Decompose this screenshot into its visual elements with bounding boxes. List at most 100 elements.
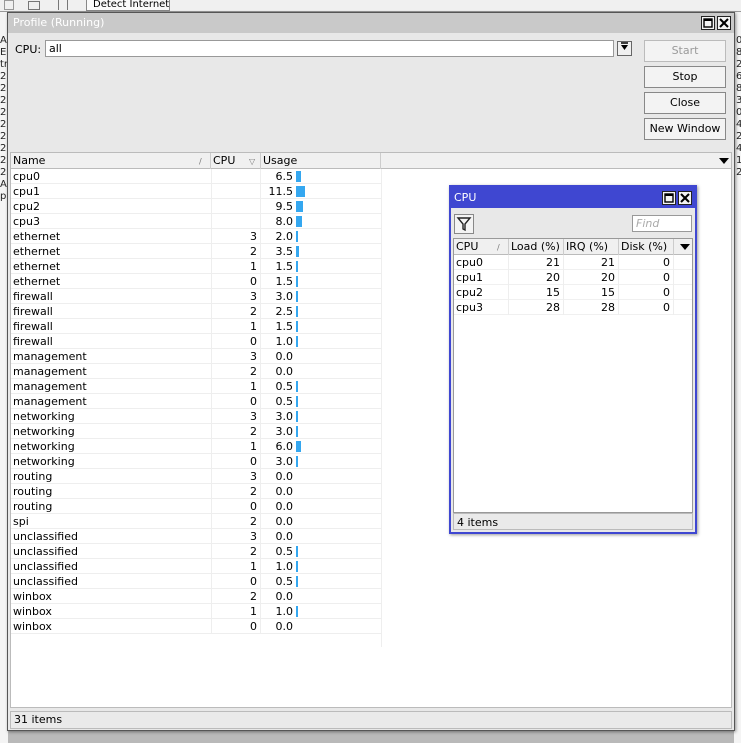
cpu-window-title[interactable]: CPU <box>451 187 695 208</box>
table-row[interactable]: winbox 2 0.0 <box>11 589 381 604</box>
row-usage: 0.5 <box>275 575 294 588</box>
background-tab[interactable]: Detect Internet <box>86 0 170 11</box>
table-row[interactable]: unclassified 2 0.5 <box>11 544 381 559</box>
column-header-cpu[interactable]: CPU / <box>454 239 509 255</box>
table-row[interactable]: firewall 1 1.5 <box>11 319 381 334</box>
column-menu-icon[interactable] <box>719 156 729 166</box>
row-cpu <box>211 199 261 214</box>
table-row[interactable]: routing 0 0.0 <box>11 499 381 514</box>
usage-bar <box>296 291 298 302</box>
filter-icon <box>58 0 68 10</box>
table-row[interactable]: routing 2 0.0 <box>11 484 381 499</box>
row-usage: 3.0 <box>275 455 294 468</box>
row-cpu: 0 <box>211 454 261 469</box>
table-row[interactable]: winbox 1 1.0 <box>11 604 381 619</box>
row-usage: 3.5 <box>275 245 294 258</box>
table-row[interactable]: spi 2 0.0 <box>11 514 381 529</box>
usage-bar <box>296 186 305 197</box>
column-header-cpu[interactable]: CPU ▽ <box>211 153 261 169</box>
row-usage: 0.0 <box>275 470 294 483</box>
table-row[interactable]: firewall 3 3.0 <box>11 289 381 304</box>
restore-icon[interactable] <box>701 16 715 30</box>
table-row[interactable]: cpu0 21 21 0 <box>454 255 692 270</box>
row-name: ethernet <box>13 260 61 273</box>
row-cpu: 1 <box>211 259 261 274</box>
row-name: cpu1 <box>13 185 41 198</box>
background-text: 4 <box>736 119 741 130</box>
background-text: 2 <box>0 71 7 82</box>
row-name: routing <box>13 485 53 498</box>
row-name: ethernet <box>13 230 61 243</box>
column-header-disk[interactable]: Disk (%) <box>619 239 674 255</box>
start-button[interactable]: Start <box>644 40 726 62</box>
column-header-usage-label: Usage <box>263 154 298 167</box>
table-row[interactable]: cpu3 28 28 0 <box>454 300 692 315</box>
table-row[interactable]: firewall 2 2.5 <box>11 304 381 319</box>
table-row[interactable]: cpu0 6.5 <box>11 169 381 184</box>
table-row[interactable]: unclassified 1 1.0 <box>11 559 381 574</box>
restore-icon[interactable] <box>662 191 676 205</box>
cell-irq: 28 <box>564 300 619 315</box>
table-row[interactable]: cpu1 20 20 0 <box>454 270 692 285</box>
table-row[interactable]: cpu3 8.0 <box>11 214 381 229</box>
stop-button[interactable]: Stop <box>644 66 726 88</box>
usage-bar <box>296 321 298 332</box>
table-row[interactable]: management 2 0.0 <box>11 364 381 379</box>
table-row[interactable]: ethernet 2 3.5 <box>11 244 381 259</box>
find-input[interactable]: Find <box>632 215 692 232</box>
row-name: routing <box>13 500 53 513</box>
table-row[interactable]: ethernet 3 2.0 <box>11 229 381 244</box>
row-usage: 9.5 <box>275 200 294 213</box>
table-row[interactable]: firewall 0 1.0 <box>11 334 381 349</box>
column-header-name[interactable]: Name / <box>11 153 211 169</box>
table-row[interactable]: winbox 0 0.0 <box>11 619 381 634</box>
filter-button[interactable] <box>454 214 474 234</box>
dropdown-arrow-icon[interactable] <box>617 41 632 56</box>
table-row[interactable]: management 1 0.5 <box>11 379 381 394</box>
table-row[interactable]: ethernet 1 1.5 <box>11 259 381 274</box>
new-window-button[interactable]: New Window <box>644 118 726 140</box>
cell-disk: 0 <box>619 300 674 315</box>
table-row[interactable]: networking 0 3.0 <box>11 454 381 469</box>
row-name: cpu2 <box>13 200 41 213</box>
row-name: management <box>13 350 87 363</box>
table-row[interactable]: networking 3 3.0 <box>11 409 381 424</box>
cell-load: 21 <box>509 255 564 270</box>
table-row[interactable]: management 3 0.0 <box>11 349 381 364</box>
usage-bar <box>296 411 298 422</box>
profile-window-title[interactable]: Profile (Running) <box>8 13 734 33</box>
close-icon[interactable] <box>717 16 731 30</box>
cell-irq: 20 <box>564 270 619 285</box>
table-row[interactable]: ethernet 0 1.5 <box>11 274 381 289</box>
row-name: ethernet <box>13 245 61 258</box>
row-name: cpu3 <box>13 215 41 228</box>
table-row[interactable]: networking 2 3.0 <box>11 424 381 439</box>
column-divider <box>381 169 382 647</box>
table-row[interactable]: routing 3 0.0 <box>11 469 381 484</box>
row-usage: 3.0 <box>275 290 294 303</box>
usage-bar <box>296 606 298 617</box>
row-name: unclassified <box>13 545 78 558</box>
table-row[interactable]: networking 1 6.0 <box>11 439 381 454</box>
table-row[interactable]: unclassified 3 0.0 <box>11 529 381 544</box>
cell-load: 15 <box>509 285 564 300</box>
background-text: 2 <box>0 143 7 154</box>
table-row[interactable]: unclassified 0 0.5 <box>11 574 381 589</box>
close-button[interactable]: Close <box>644 92 726 114</box>
cpu-select[interactable]: all <box>45 40 614 57</box>
background-text: 2 <box>736 59 741 70</box>
column-menu-icon[interactable] <box>680 242 690 252</box>
row-usage: 1.0 <box>275 605 294 618</box>
row-cpu: 2 <box>211 244 261 259</box>
column-header-load[interactable]: Load (%) <box>509 239 564 255</box>
cell-load: 20 <box>509 270 564 285</box>
table-row[interactable]: cpu2 9.5 <box>11 199 381 214</box>
background-text: 2 <box>736 131 741 142</box>
table-row[interactable]: cpu1 11.5 <box>11 184 381 199</box>
close-icon[interactable] <box>678 191 692 205</box>
background-text: 8 <box>736 47 741 58</box>
table-row[interactable]: cpu2 15 15 0 <box>454 285 692 300</box>
table-row[interactable]: management 0 0.5 <box>11 394 381 409</box>
column-header-irq[interactable]: IRQ (%) <box>564 239 619 255</box>
column-header-usage[interactable]: Usage <box>261 153 381 169</box>
